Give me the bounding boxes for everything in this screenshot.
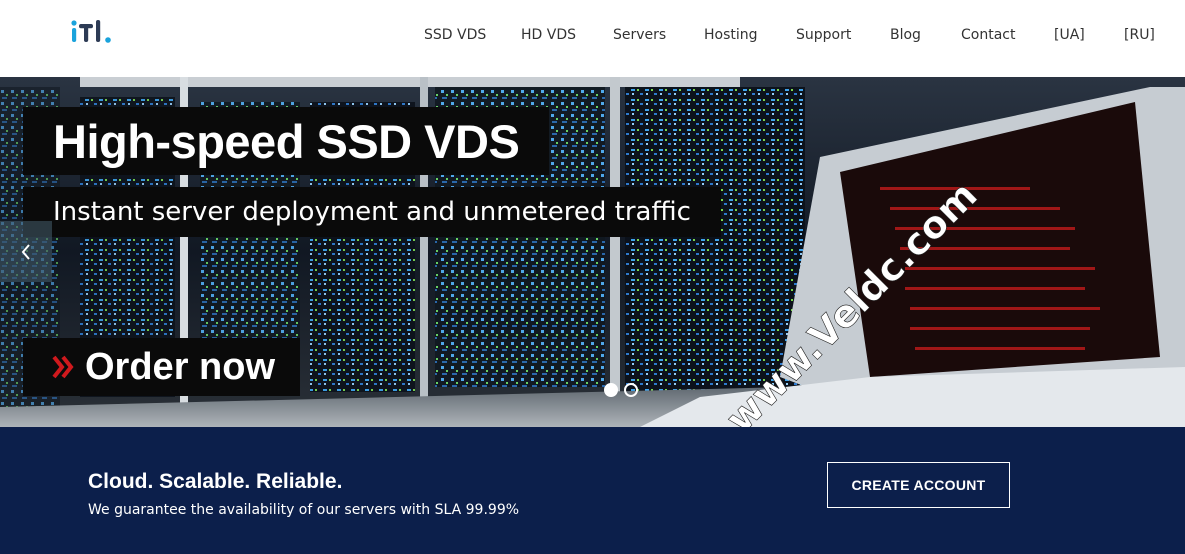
chevron-left-icon <box>21 243 30 260</box>
band-heading: Cloud. Scalable. Reliable. <box>88 470 343 493</box>
slider-prev-button[interactable] <box>0 221 52 282</box>
hero-title: High-speed SSD VDS <box>53 114 520 168</box>
nav-item-hosting[interactable]: Hosting <box>704 27 758 43</box>
slider-dot-2[interactable] <box>624 383 638 397</box>
nav-item-ssd-vds[interactable]: SSD VDS <box>424 27 486 43</box>
hero-subtitle-box: Instant server deployment and unmetered … <box>23 187 721 237</box>
nav-item-servers[interactable]: Servers <box>613 27 666 43</box>
promo-band: Cloud. Scalable. Reliable. We guarantee … <box>0 427 1185 554</box>
nav-item-lang-ru[interactable]: [RU] <box>1124 27 1155 43</box>
nav-item-support[interactable]: Support <box>796 27 851 43</box>
band-subtext: We guarantee the availability of our ser… <box>88 502 520 518</box>
slider-pagination <box>604 383 638 397</box>
order-now-label: Order now <box>85 345 276 388</box>
hero-subtitle: Instant server deployment and unmetered … <box>53 197 691 227</box>
hero-slider: High-speed SSD VDS Instant server deploy… <box>0 77 1185 427</box>
site-header: SSD VDS HD VDS Servers Hosting Support B… <box>0 0 1185 77</box>
double-chevron-right-icon <box>52 355 74 379</box>
order-now-button[interactable]: Order now <box>23 338 300 396</box>
nav-item-lang-ua[interactable]: [UA] <box>1054 27 1085 43</box>
nav-item-hd-vds[interactable]: HD VDS <box>521 27 576 43</box>
nav-item-blog[interactable]: Blog <box>890 27 921 43</box>
slider-dot-1[interactable] <box>604 383 618 397</box>
nav-item-contact[interactable]: Contact <box>961 27 1015 43</box>
hero-title-box: High-speed SSD VDS <box>23 107 550 175</box>
create-account-button[interactable]: CREATE ACCOUNT <box>827 462 1010 508</box>
main-nav: SSD VDS HD VDS Servers Hosting Support B… <box>0 0 1185 77</box>
